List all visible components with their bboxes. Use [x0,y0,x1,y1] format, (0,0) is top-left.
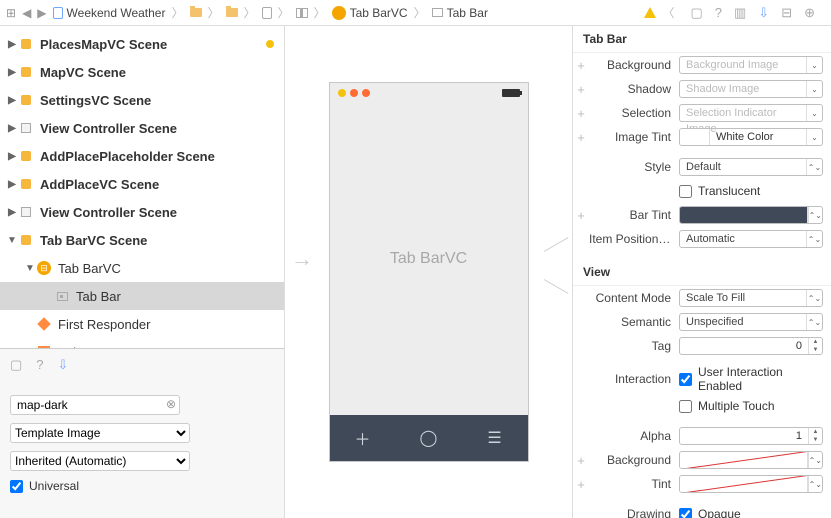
device-frame: Tab BarVC ＋ ◯ ☰ [329,82,529,462]
crumb-tabbar[interactable]: Tab Bar [432,6,488,20]
shadow-image-select[interactable]: Shadow Image⌄ [679,80,823,98]
tabbar-icon [432,8,443,17]
item-tabbar[interactable]: Tab Bar [0,282,284,310]
scene-map[interactable]: ▶MapVC Scene [0,58,284,86]
render-as-select[interactable]: Template Image [10,423,190,443]
segue-lines [544,251,572,281]
label-translucent: Translucent [698,184,760,198]
attributes-inspector-icon[interactable]: ⇩ [58,357,69,373]
scene-settings[interactable]: ▶SettingsVC Scene [0,86,284,114]
warning-dot-icon [266,40,274,48]
clear-icon[interactable]: ⊗ [166,397,176,411]
vc-placeholder-label: Tab BarVC [330,103,528,415]
label-multitouch: Multiple Touch [698,399,775,413]
multiple-touch-checkbox[interactable] [679,400,692,413]
label-shadow: Shadow [589,82,679,96]
item-first-responder[interactable]: First Responder [0,310,284,338]
scene-addplace[interactable]: ▶AddPlaceVC Scene [0,170,284,198]
folder-icon[interactable] [226,8,238,17]
alpha-field[interactable]: 1▲▼ [679,427,823,445]
crumb-tabbarvc[interactable]: Tab BarVC [332,6,408,20]
label-imagetint: Image Tint [589,130,679,144]
related-items-icon[interactable]: ⊞ [6,6,16,20]
selection-image-select[interactable]: Selection Indicator Image⌄ [679,104,823,122]
label-tag: Tag [589,339,679,353]
vc-icon [332,6,346,20]
label-tint: Tint [589,477,679,491]
tab-item-add[interactable]: ＋ [330,415,396,461]
semantic-select[interactable]: Unspecified⌃⌄ [679,313,823,331]
label-contentmode: Content Mode [589,291,679,305]
universal-checkbox[interactable] [10,480,23,493]
scene-viewcontroller2[interactable]: ▶View Controller Scene [0,198,284,226]
battery-icon [502,89,520,97]
label-background: Background [589,58,679,72]
style-select[interactable]: Default⌃⌄ [679,158,823,176]
file-inspector-icon[interactable]: ▢ [10,357,22,373]
user-interaction-checkbox[interactable] [679,373,692,386]
canvas[interactable]: → Tab BarVC ＋ ◯ ☰ [285,26,572,518]
file-icon[interactable] [262,7,272,19]
view-tint-color[interactable]: ⌃⌄ [679,475,823,493]
scene-addplaceholder[interactable]: ▶AddPlacePlaceholder Scene [0,142,284,170]
file-inspector-icon[interactable]: ▢ [690,5,702,21]
item-positioning-select[interactable]: Automatic⌃⌄ [679,230,823,248]
nav-back-icon[interactable]: ◀ [20,6,33,20]
nav-fwd-icon[interactable]: ▶ [35,6,48,20]
image-tint-color[interactable]: White Color⌄ [679,128,823,146]
label-bartint: Bar Tint [589,208,679,222]
attributes-inspector-icon[interactable]: ⇩ [758,5,769,21]
storyboard-icon[interactable] [296,8,308,18]
help-inspector-icon[interactable]: ? [715,5,722,21]
label-semantic: Semantic [589,315,679,329]
document-outline: ▶PlacesMapVC Scene ▶MapVC Scene ▶Setting… [0,26,285,518]
folder-icon[interactable] [190,8,202,17]
asset-name-field[interactable] [10,395,180,415]
warning-icon[interactable] [644,7,656,18]
section-tabbar: Tab Bar [573,26,831,53]
view-background-color[interactable]: ⌃⌄ [679,451,823,469]
asset-attributes-panel: ▢ ? ⇩ ⊗ Template Image Inherited (Automa… [0,348,284,518]
tag-field[interactable]: 0▲▼ [679,337,823,355]
background-image-select[interactable]: Background Image⌄ [679,56,823,74]
connections-inspector-icon[interactable]: ⊕ [804,5,815,21]
doc-icon [53,7,63,19]
tab-bar-preview[interactable]: ＋ ◯ ☰ [330,415,528,461]
label-itempos: Item Positioni... [589,232,679,246]
entry-arrow-icon: → [291,246,313,272]
size-inspector-icon[interactable]: ⊟ [781,5,792,21]
help-inspector-icon[interactable]: ? [36,357,43,373]
attributes-inspector: Tab Bar +BackgroundBackground Image⌄ +Sh… [572,26,831,518]
jump-bar: ⊞ ◀ ▶ Weekend Weather 〉 〉 〉 〉 〉 Tab BarV… [0,0,831,26]
direction-select[interactable]: Inherited (Automatic) [10,451,190,471]
crumb-project[interactable]: Weekend Weather [53,6,166,20]
tab-item-globe[interactable]: ◯ [396,415,462,461]
label-style: Style [589,160,679,174]
label-opaque: Opaque [698,507,741,518]
content-mode-select[interactable]: Scale To Fill⌃⌄ [679,289,823,307]
identity-inspector-icon[interactable]: ▥ [734,5,746,21]
item-tabbarvc[interactable]: ▼⊟Tab BarVC [0,254,284,282]
opaque-checkbox[interactable] [679,508,692,518]
label-alpha: Alpha [589,429,679,443]
label-bg2: Background [589,453,679,467]
scene-tabbar[interactable]: ▼Tab BarVC Scene [0,226,284,254]
label-interaction: Interaction [589,372,679,386]
scene-viewcontroller[interactable]: ▶View Controller Scene [0,114,284,142]
label-uie: User Interaction Enabled [698,365,823,393]
tab-item-menu[interactable]: ☰ [462,415,528,461]
label-drawing: Drawing [589,507,679,518]
translucent-checkbox[interactable] [679,185,692,198]
section-view: View [573,259,831,286]
label-selection: Selection [589,106,679,120]
inspector-tabs: ▢ ? ▥ ⇩ ⊟ ⊕ [680,5,825,21]
bar-tint-color[interactable]: ⌃⌄ [679,206,823,224]
scene-placesmap[interactable]: ▶PlacesMapVC Scene [0,30,284,58]
universal-label: Universal [29,479,79,493]
